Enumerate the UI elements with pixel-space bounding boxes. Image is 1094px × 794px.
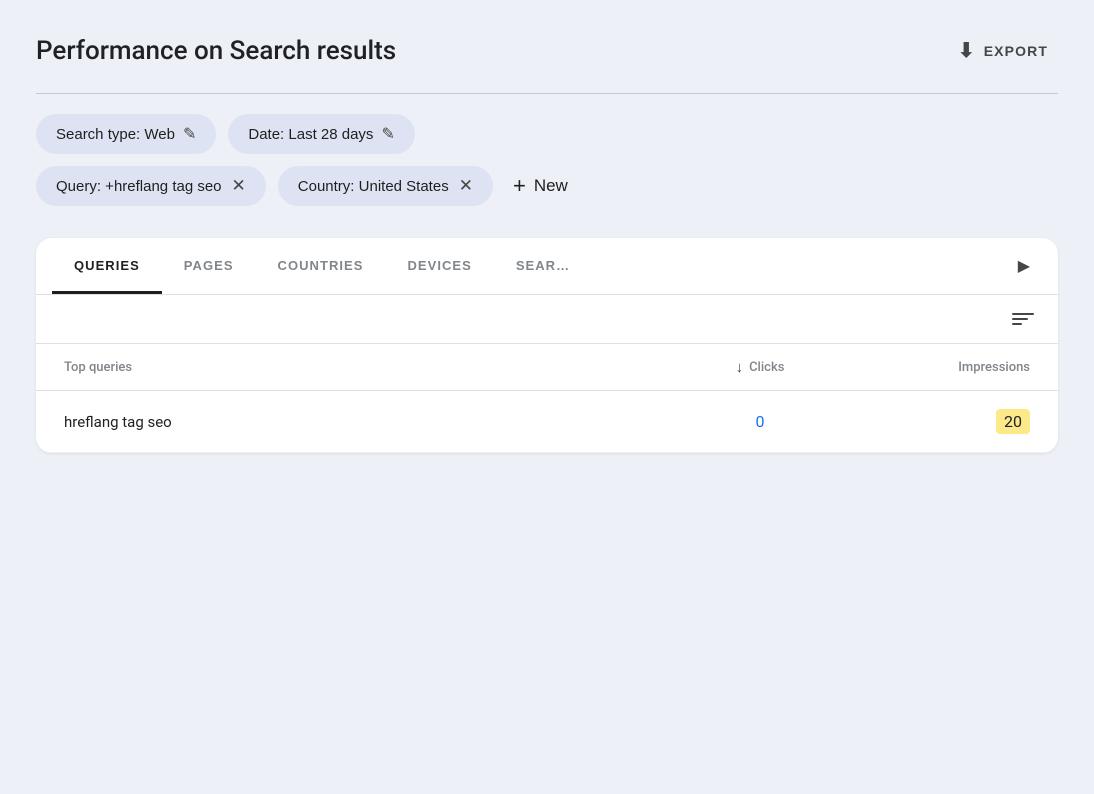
chevron-right-icon: ▶	[1018, 256, 1030, 276]
table-row: hreflang tag seo 0 20	[36, 391, 1058, 453]
tab-queries-label: QUERIES	[74, 258, 140, 273]
page-container: Performance on Search results ⬇ EXPORT S…	[0, 0, 1094, 485]
filter-chip-country[interactable]: Country: United States ✕	[278, 166, 493, 206]
tabs-row: QUERIES PAGES COUNTRIES DEVICES SEAR… ▶	[36, 238, 1058, 295]
filter-chip-date-label: Date: Last 28 days	[248, 126, 373, 143]
tabs-more-button[interactable]: ▶	[1006, 240, 1042, 292]
edit-icon-search-type: ✎	[183, 124, 196, 144]
sort-filter-button[interactable]	[1008, 309, 1038, 329]
col-clicks-label: Clicks	[749, 360, 784, 375]
filter-chip-query[interactable]: Query: +hreflang tag seo ✕	[36, 166, 266, 206]
filters-section: Search type: Web ✎ Date: Last 28 days ✎ …	[36, 114, 1058, 206]
clicks-cell: 0	[670, 412, 850, 431]
filter-chip-query-label: Query: +hreflang tag seo	[56, 178, 222, 195]
col-header-impressions: Impressions	[850, 360, 1030, 375]
main-card: QUERIES PAGES COUNTRIES DEVICES SEAR… ▶	[36, 238, 1058, 453]
tab-devices[interactable]: DEVICES	[385, 238, 493, 294]
export-icon: ⬇	[958, 38, 976, 63]
close-icon-country[interactable]: ✕	[459, 176, 473, 196]
impressions-cell: 20	[850, 409, 1030, 434]
tab-countries[interactable]: COUNTRIES	[256, 238, 386, 294]
filter-sort-row	[36, 295, 1058, 344]
edit-icon-date: ✎	[381, 124, 394, 144]
sort-line-3	[1012, 323, 1022, 325]
impressions-value: 20	[996, 409, 1030, 434]
tab-search-label: SEAR…	[516, 258, 570, 273]
export-button[interactable]: ⬇ EXPORT	[948, 32, 1058, 69]
export-label: EXPORT	[984, 43, 1048, 59]
tab-queries[interactable]: QUERIES	[52, 238, 162, 294]
new-filter-button[interactable]: + New	[505, 169, 576, 203]
sort-arrow-icon: ↓	[736, 358, 744, 376]
filter-chip-date[interactable]: Date: Last 28 days ✎	[228, 114, 414, 154]
query-cell: hreflang tag seo	[64, 413, 670, 431]
tab-pages-label: PAGES	[184, 258, 234, 273]
table-header-row: Top queries ↓ Clicks Impressions	[36, 344, 1058, 391]
tab-devices-label: DEVICES	[407, 258, 471, 273]
filters-row-2: Query: +hreflang tag seo ✕ Country: Unit…	[36, 166, 1058, 206]
close-icon-query[interactable]: ✕	[232, 176, 246, 196]
col-header-clicks[interactable]: ↓ Clicks	[670, 358, 850, 376]
sort-line-1	[1012, 313, 1034, 315]
sort-line-2	[1012, 318, 1028, 320]
filter-chip-country-label: Country: United States	[298, 178, 449, 195]
new-filter-label: New	[534, 176, 568, 196]
header-divider	[36, 93, 1058, 94]
header-row: Performance on Search results ⬇ EXPORT	[36, 32, 1058, 69]
filter-chip-search-type-label: Search type: Web	[56, 126, 175, 143]
tab-countries-label: COUNTRIES	[278, 258, 364, 273]
col-header-query: Top queries	[64, 360, 670, 375]
plus-icon: +	[513, 173, 526, 199]
filter-chip-search-type[interactable]: Search type: Web ✎	[36, 114, 216, 154]
page-title: Performance on Search results	[36, 36, 396, 66]
tab-pages[interactable]: PAGES	[162, 238, 256, 294]
tab-search[interactable]: SEAR…	[494, 238, 592, 294]
filters-row-1: Search type: Web ✎ Date: Last 28 days ✎	[36, 114, 1058, 154]
